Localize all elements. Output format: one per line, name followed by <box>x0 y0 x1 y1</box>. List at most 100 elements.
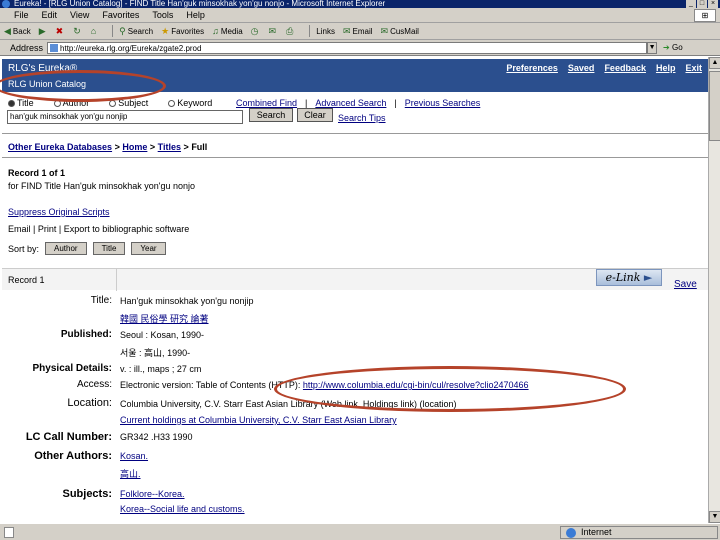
maximize-button[interactable]: □ <box>697 0 707 8</box>
radio-keyword-label: Keyword <box>177 98 213 108</box>
radio-keyword[interactable]: Keyword <box>168 98 212 108</box>
breadcrumb-sep: > <box>183 142 189 152</box>
breadcrumb-titles[interactable]: Titles <box>158 142 181 152</box>
access-label: Access: <box>76 379 112 390</box>
feedback-link[interactable]: Feedback <box>604 63 646 73</box>
vertical-scrollbar[interactable]: ▲ ▼ <box>708 57 720 523</box>
subject-1[interactable]: Folklore--Korea. <box>120 489 185 499</box>
favorites-button[interactable]: ★ Favorites <box>161 26 204 37</box>
status-bar: Internet <box>0 523 720 540</box>
sort-row: Sort by: Author Title Year <box>8 242 166 255</box>
other-authors-value[interactable]: Kosan. <box>120 451 148 461</box>
radio-title[interactable]: Title <box>8 98 34 108</box>
location-value2[interactable]: Current holdings at Columbia University,… <box>120 415 397 425</box>
advanced-search-link[interactable]: Advanced Search <box>315 98 386 108</box>
current-holdings-link[interactable]: Current holdings at Columbia University,… <box>120 415 397 425</box>
refresh-icon: ↻ <box>73 25 81 36</box>
menu-bar: File Edit View Favorites Tools Help ⊞ <box>0 8 720 23</box>
elink-button[interactable]: e-Link ► <box>596 269 662 286</box>
back-label: Back <box>12 26 31 36</box>
address-dropdown-icon[interactable]: ▼ <box>647 41 658 54</box>
windows-flag-icon: ⊞ <box>694 9 716 22</box>
search-input[interactable]: han'guk minsokhak yon'gu nonjip <box>7 110 243 124</box>
radio-selected-icon <box>8 100 15 108</box>
highlight-oval-access-link <box>274 366 626 412</box>
record-label: Record 1 <box>8 275 45 285</box>
save-link[interactable]: Save <box>674 279 697 290</box>
divider <box>2 157 708 158</box>
menu-tools[interactable]: Tools <box>152 10 173 20</box>
sort-year-button[interactable]: Year <box>131 242 166 255</box>
location-label: Location: <box>67 397 112 409</box>
search-button[interactable]: Search <box>249 108 293 122</box>
clear-button[interactable]: Clear <box>297 108 333 122</box>
print-button[interactable]: ⎙ <box>286 26 295 37</box>
address-bar: Address http://eureka.rlg.org/Eureka/zga… <box>0 40 720 56</box>
stop-button[interactable]: ✖ <box>56 26 66 37</box>
scroll-up-icon[interactable]: ▲ <box>709 57 720 69</box>
link-separator: | <box>394 98 397 108</box>
help-link[interactable]: Help <box>656 63 676 73</box>
menu-help[interactable]: Help <box>186 10 205 20</box>
page-status-icon <box>4 527 14 538</box>
search-icon: ⚲ <box>119 25 126 36</box>
title-vernacular[interactable]: 韓國 民俗學 研究 論著 <box>120 312 209 325</box>
previous-searches-link[interactable]: Previous Searches <box>405 98 481 108</box>
scroll-down-icon[interactable]: ▼ <box>709 511 720 523</box>
export-options[interactable]: Email | Print | Export to bibliographic … <box>8 224 189 234</box>
menu-favorites[interactable]: Favorites <box>102 10 139 20</box>
links-button[interactable]: Links <box>316 27 335 36</box>
subject-2[interactable]: Korea--Social life and customs. <box>120 504 245 514</box>
breadcrumb: Other Eureka Databases > Home > Titles >… <box>8 142 207 152</box>
column-divider <box>116 269 117 291</box>
subject-folklore-link[interactable]: Folklore--Korea. <box>120 489 185 499</box>
breadcrumb-sep: > <box>114 142 120 152</box>
cusmail-icon: ✉ <box>380 25 389 36</box>
refresh-button[interactable]: ↻ <box>73 26 83 37</box>
breadcrumb-sep: > <box>149 142 156 152</box>
close-button[interactable]: × <box>708 0 718 8</box>
suppress-scripts-link[interactable]: Suppress Original Scripts <box>8 207 110 217</box>
breadcrumb-other-databases[interactable]: Other Eureka Databases <box>8 142 112 152</box>
published-value: Seoul : Kosan, 1990- <box>120 330 205 340</box>
lc-call-number-value: GR342 .H33 1990 <box>120 432 193 442</box>
search-button-toolbar[interactable]: ⚲ Search <box>119 26 153 37</box>
preferences-link[interactable]: Preferences <box>506 63 558 73</box>
subject-social-life-link[interactable]: Korea--Social life and customs. <box>120 504 245 514</box>
menu-file[interactable]: File <box>14 10 29 20</box>
minimize-button[interactable]: _ <box>686 0 696 8</box>
published-label: Published: <box>60 329 112 340</box>
sort-title-button[interactable]: Title <box>92 242 126 255</box>
email-link-button[interactable]: ✉ Email <box>343 26 373 37</box>
forward-button[interactable]: ▶ <box>39 26 48 37</box>
other-author-vernacular-link[interactable]: 高山. <box>120 469 141 479</box>
menu-edit[interactable]: Edit <box>42 10 58 20</box>
saved-link[interactable]: Saved <box>568 63 595 73</box>
address-input[interactable]: http://eureka.rlg.org/Eureka/zgate2.prod <box>47 41 648 54</box>
other-authors-label: Other Authors: <box>34 450 112 462</box>
menu-view[interactable]: View <box>70 10 89 20</box>
sort-label: Sort by: <box>8 243 40 254</box>
scroll-thumb[interactable] <box>709 71 720 141</box>
go-button[interactable]: ➔ Go <box>663 43 683 52</box>
elink-arrow-icon: ► <box>643 271 653 284</box>
back-button[interactable]: ◀ Back <box>4 26 31 37</box>
combined-find-link[interactable]: Combined Find <box>236 98 297 108</box>
history-button[interactable]: ◷ <box>251 26 261 37</box>
lc-call-number-label: LC Call Number: <box>25 431 112 443</box>
other-author-link[interactable]: Kosan. <box>120 451 148 461</box>
sort-author-button[interactable]: Author <box>45 242 87 255</box>
search-tips-link[interactable]: Search Tips <box>338 113 386 123</box>
cusmail-label: CusMail <box>390 26 419 36</box>
breadcrumb-home[interactable]: Home <box>122 142 147 152</box>
radio-icon <box>168 100 176 108</box>
media-button[interactable]: ♫ Media <box>212 26 243 36</box>
home-button[interactable]: ⌂ <box>91 26 98 36</box>
mail-button[interactable]: ✉ <box>269 26 279 37</box>
other-authors-vernacular[interactable]: 高山. <box>120 467 141 480</box>
exit-link[interactable]: Exit <box>685 63 702 73</box>
title-vernacular-link[interactable]: 韓國 民俗學 研究 論著 <box>120 314 209 324</box>
radio-icon <box>109 100 117 108</box>
cusmail-link-button[interactable]: ✉ CusMail <box>381 26 419 37</box>
record-count: Record 1 of 1 <box>8 168 66 178</box>
